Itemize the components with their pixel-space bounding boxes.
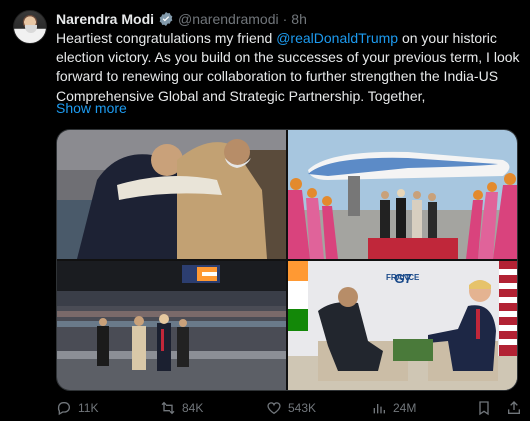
heart-icon — [267, 402, 281, 415]
media-image-stadium[interactable] — [57, 261, 286, 390]
author-avatar[interactable] — [13, 10, 47, 44]
reply-button[interactable]: 11K — [56, 400, 98, 416]
views-count: 24M — [393, 401, 417, 415]
repost-count: 84K — [182, 401, 204, 415]
post-header: Narendra Modi @narendramodi · 8h — [56, 10, 307, 28]
like-button[interactable]: 543K — [266, 400, 316, 416]
views-button[interactable]: 24M — [371, 400, 416, 416]
author-name[interactable]: Narendra Modi — [56, 11, 154, 27]
share-button[interactable] — [506, 400, 522, 416]
share-icon — [508, 401, 520, 414]
media-image-g7-meeting[interactable]: G7 FRANCE — [288, 261, 517, 390]
bookmark-button[interactable] — [476, 400, 492, 416]
media-image-airport-welcome[interactable] — [288, 130, 517, 259]
author-handle[interactable]: @narendramodi — [178, 11, 279, 27]
bookmark-icon — [479, 401, 489, 416]
mention-link[interactable]: @realDonaldTrump — [276, 30, 398, 46]
repost-icon — [161, 401, 175, 415]
image-sign-text: FRANCE — [386, 273, 420, 282]
repost-button[interactable]: 84K — [160, 400, 203, 416]
views-chart-icon — [373, 404, 385, 414]
post-time[interactable]: 8h — [291, 11, 307, 27]
like-count: 543K — [288, 401, 317, 415]
separator-dot: · — [282, 11, 288, 27]
action-bar: 11K 84K 543K 24M — [56, 400, 526, 418]
verified-badge-icon — [158, 11, 174, 27]
post-text-start: Heartiest congratulations my friend — [56, 30, 277, 46]
post: Narendra Modi @narendramodi · 8h Heartie… — [0, 0, 530, 421]
media-image-hug[interactable] — [57, 130, 286, 259]
show-more-link[interactable]: Show more — [56, 100, 127, 116]
reply-icon — [57, 402, 70, 416]
reply-count: 11K — [78, 401, 99, 415]
post-text: Heartiest congratulations my friend @rea… — [56, 29, 526, 106]
media-grid: G7 FRANCE — [56, 129, 518, 391]
